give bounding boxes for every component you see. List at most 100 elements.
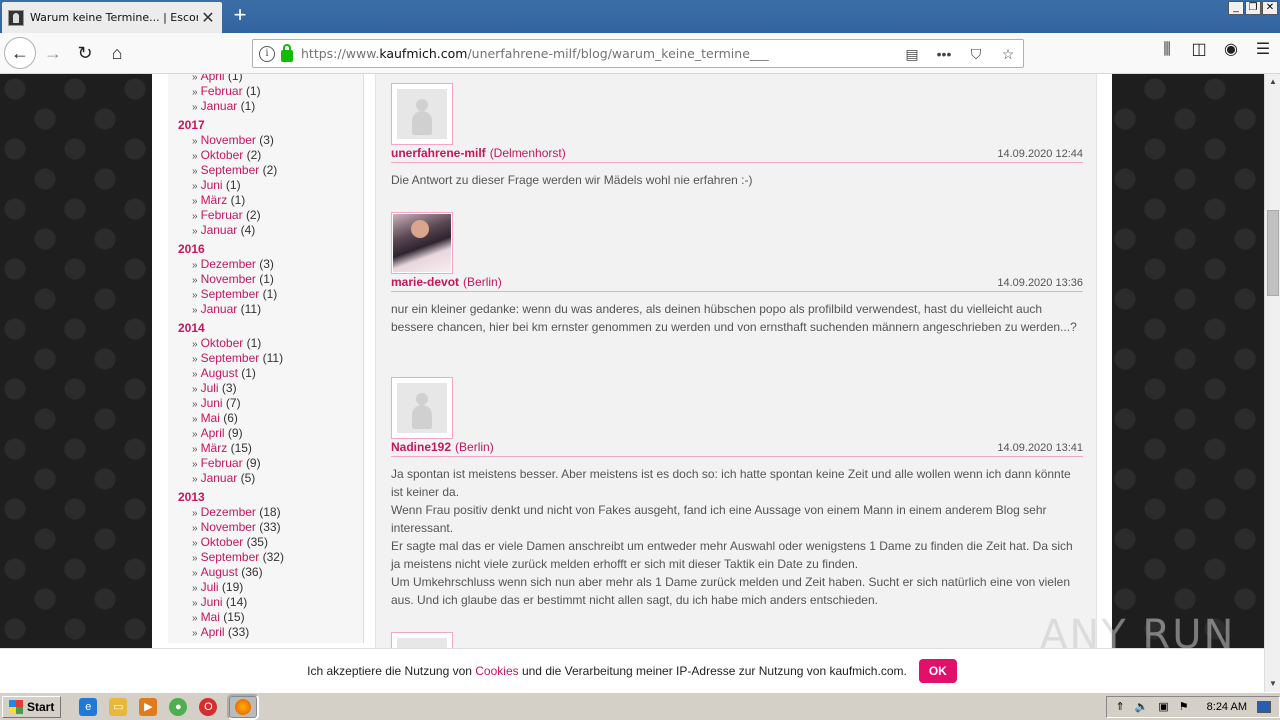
minimize-button[interactable]: _ [1228, 1, 1244, 15]
archive-month-link[interactable]: Dezember [201, 257, 256, 271]
archive-month-link[interactable]: November [201, 520, 256, 534]
opera-icon[interactable]: O [199, 697, 218, 716]
reader-icon[interactable]: ▤ [903, 45, 921, 63]
comments-section: unerfahrene-milf (Delmenhorst) 14.09.2020 … [375, 74, 1097, 648]
archive-month-link[interactable]: Juni [201, 178, 223, 192]
network-icon[interactable]: ▣ [1158, 700, 1168, 713]
reload-icon[interactable]: ↻ [70, 38, 100, 68]
user-avatar[interactable] [391, 377, 453, 439]
archive-month-link[interactable]: Januar [201, 302, 238, 316]
close-window-button[interactable]: ✕ [1262, 1, 1278, 15]
url-bar[interactable]: i https://www.kaufmich.com/unerfahrene-m… [252, 39, 1024, 68]
archive-month-link[interactable]: März [201, 193, 228, 207]
bullet-icon: » [192, 444, 198, 455]
start-button[interactable]: Start [2, 695, 62, 718]
archive-month-link[interactable]: Oktober [201, 535, 244, 549]
account-icon[interactable]: ◉ [1222, 41, 1240, 59]
bullet-icon: » [192, 399, 198, 410]
user-avatar[interactable] [391, 632, 453, 648]
chrome-icon[interactable]: ● [169, 697, 188, 716]
volume-icon[interactable]: 🔈 [1135, 700, 1149, 713]
archive-month-link[interactable]: September [201, 351, 260, 365]
archive-month-link[interactable]: September [201, 550, 260, 564]
flag-icon[interactable]: ⚑ [1179, 700, 1189, 713]
archive-month-link[interactable]: Juni [201, 595, 223, 609]
explorer-folder-icon[interactable]: ▭ [109, 697, 128, 716]
cookie-ok-button[interactable]: OK [918, 658, 957, 683]
archive-month-link[interactable]: Januar [201, 223, 238, 237]
star-icon[interactable]: ☆ [999, 45, 1017, 63]
archive-month-link[interactable]: April [201, 625, 225, 639]
info-icon[interactable]: i [259, 45, 275, 62]
bullet-icon: » [192, 538, 198, 549]
comment-paragraph: nur ein kleiner gedanke: wenn du was and… [391, 302, 1077, 334]
scroll-thumb[interactable] [1267, 210, 1279, 296]
archive-month-link[interactable]: Januar [201, 99, 238, 113]
archive-month-link[interactable]: Juli [201, 381, 219, 395]
archive-month-link[interactable]: Mai [201, 610, 220, 624]
archive-month-link[interactable]: Juni [201, 396, 223, 410]
scroll-down-icon[interactable]: ▼ [1265, 676, 1280, 692]
archive-month-link[interactable]: September [201, 163, 260, 177]
cookies-link[interactable]: Cookies [475, 664, 518, 678]
archive-month-item: » September (11) [178, 351, 363, 366]
bullet-icon: » [192, 136, 198, 147]
archive-month-link[interactable]: Juli [201, 580, 219, 594]
vertical-scrollbar[interactable]: ▲ ▼ [1264, 74, 1280, 692]
comment-paragraph: Wenn Frau positiv denkt und nicht von Fa… [391, 503, 1047, 535]
library-icon[interactable]: ⫼ [1158, 41, 1176, 59]
archive-month-link[interactable]: Dezember [201, 505, 256, 519]
more-icon[interactable]: ••• [935, 45, 953, 63]
archive-month-link[interactable]: Februar [201, 208, 243, 222]
archive-month-link[interactable]: Mai [201, 411, 220, 425]
forward-arrow-icon[interactable]: → [38, 38, 68, 68]
archive-month-item: » Oktober (2) [178, 148, 363, 163]
archive-month-link[interactable]: Oktober [201, 148, 244, 162]
archive-month-link[interactable]: April [201, 74, 225, 83]
scroll-up-icon[interactable]: ▲ [1265, 74, 1280, 90]
menu-icon[interactable]: ☰ [1254, 41, 1272, 59]
archive-month-link[interactable]: Februar [201, 456, 243, 470]
archive-month-link[interactable]: März [201, 441, 228, 455]
home-icon[interactable]: ⌂ [102, 38, 132, 68]
ie-icon[interactable]: e [79, 697, 98, 716]
archive-month-link[interactable]: Januar [201, 471, 238, 485]
user-avatar[interactable] [391, 83, 453, 145]
archive-year-2014: 2014 [178, 321, 205, 335]
back-arrow-icon[interactable]: ← [4, 37, 36, 69]
comment-username[interactable]: Nadine192 [391, 440, 451, 454]
media-player-icon[interactable]: ▶ [139, 697, 158, 716]
tray-expand-icon[interactable]: ⇑ [1115, 700, 1124, 713]
comment-text: nur ein kleiner gedanke: wenn du was and… [391, 300, 1083, 336]
maximize-button[interactable]: ❐ [1245, 1, 1261, 15]
archive-month-item: » Februar (2) [178, 208, 363, 223]
firefox-taskbar-button[interactable] [227, 693, 260, 720]
archive-month-link[interactable]: November [201, 133, 256, 147]
lock-icon[interactable] [281, 43, 293, 62]
new-tab-button[interactable]: + [228, 4, 252, 28]
user-avatar[interactable] [391, 212, 453, 274]
archive-month-link[interactable]: Februar [201, 84, 243, 98]
comment-username[interactable]: unerfahrene-milf [391, 146, 486, 160]
archive-month-link[interactable]: August [201, 565, 238, 579]
url-text[interactable]: https://www.kaufmich.com/unerfahrene-mil… [301, 46, 769, 61]
archive-month-link[interactable]: Oktober [201, 336, 244, 350]
bullet-icon: » [192, 181, 198, 192]
pocket-icon[interactable]: ⛉ [967, 45, 985, 63]
archive-month-link[interactable]: November [201, 272, 256, 286]
window-controls: _ ❐ ✕ [1228, 1, 1278, 15]
archive-month-count: (15) [230, 441, 252, 455]
tab-close-icon[interactable]: ✕ [200, 8, 216, 28]
archive-month-link[interactable]: August [201, 366, 238, 380]
archive-month-link[interactable]: September [201, 287, 260, 301]
title-bar: Warum keine Termine... | Escort u ✕ + _ … [0, 0, 1280, 33]
show-desktop-icon[interactable] [1257, 700, 1271, 713]
archive-month-item: » Juli (19) [178, 580, 363, 595]
comment-date: 14.09.2020 13:41 [997, 442, 1083, 454]
sidebar-icon[interactable]: ◫ [1190, 41, 1208, 59]
archive-month-count: (4) [240, 223, 256, 237]
comment-username[interactable]: marie-devot [391, 275, 459, 289]
archive-month-link[interactable]: April [201, 426, 225, 440]
browser-tab[interactable]: Warum keine Termine... | Escort u ✕ [2, 2, 222, 33]
archive-month-item: » Oktober (35) [178, 535, 363, 550]
